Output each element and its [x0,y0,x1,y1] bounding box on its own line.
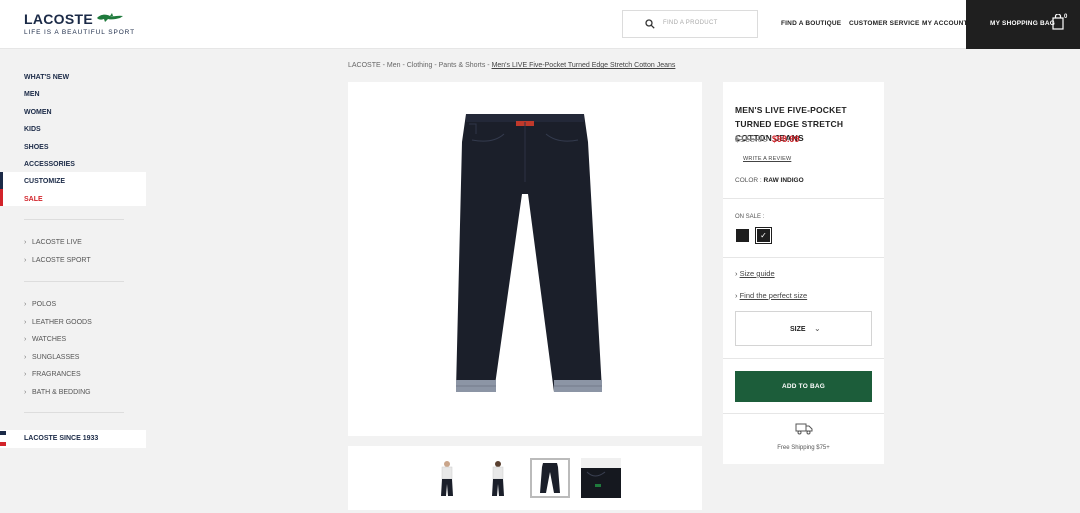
write-review-link[interactable]: WRITE A REVIEW [743,156,791,162]
original-price: $165.00 [735,134,768,144]
search-placeholder: FIND A PRODUCT [663,20,718,26]
search-icon [645,19,655,29]
sidebar-item-label: SUNGLASSES [32,354,80,361]
sidebar-item-polos[interactable]: › POLOS [24,301,56,308]
sidebar-item-lacoste-sport[interactable]: › LACOSTE SPORT [24,257,91,264]
chevron-right-icon: › [24,336,27,343]
shopping-bag-button[interactable]: MY SHOPPING BAG 0 [966,0,1080,49]
color-label: COLOR : [735,177,762,184]
find-perfect-size-link[interactable]: › Find the perfect size [735,291,807,300]
sidebar-item-women[interactable]: WOMEN [24,109,52,116]
panel-divider [723,198,884,199]
shopping-bag-icon [1052,14,1064,30]
sidebar-item-sale[interactable]: SALE [24,196,43,203]
breadcrumb: LACOSTE - Men - Clothing - Pants & Short… [348,62,675,69]
on-sale-label: ON SALE : [735,214,765,220]
breadcrumb-current[interactable]: Men's LIVE Five-Pocket Turned Edge Stret… [492,62,676,69]
sidebar-divider [24,412,124,413]
chevron-right-icon: › [24,319,27,326]
checkmark-icon: ✓ [760,231,767,240]
thumbnail-1[interactable] [427,458,467,498]
thumbnail-4[interactable] [581,458,621,498]
lacoste-since-label: LACOSTE SINCE 1933 [24,435,99,442]
sidebar-item-fragrances[interactable]: › FRAGRANCES [24,371,81,378]
flag-stripe-blue [0,431,6,435]
thumbnail-3-selected[interactable] [530,458,570,498]
product-info-panel: MEN'S LIVE FIVE-POCKET TURNED EDGE STRET… [723,82,884,464]
jeans-image [456,114,602,392]
sidebar-nav: WHAT'S NEW MEN WOMEN KIDS SHOES ACCESSOR… [0,50,146,513]
truck-icon [795,423,813,435]
sidebar-item-label: FRAGRANCES [32,371,81,378]
jeans-flat-thumbnail [540,463,560,493]
size-select-label: SIZE [790,326,806,333]
sidebar-item-label: LEATHER GOODS [32,319,92,326]
panel-divider [723,257,884,258]
lacoste-logo[interactable]: LACOSTE LIFE IS A BEAUTIFUL SPORT [24,10,134,40]
chevron-right-icon: › [24,239,27,246]
shopping-bag-label: MY SHOPPING BAG [990,20,1056,27]
sidebar-divider [24,281,124,282]
chevron-down-icon: ⌄ [814,324,821,333]
sidebar-item-leather-goods[interactable]: › LEATHER GOODS [24,319,92,326]
sidebar-item-kids[interactable]: KIDS [24,126,41,133]
size-select[interactable]: SIZE ⌄ [735,311,872,346]
lacoste-since-1933-link[interactable]: LACOSTE SINCE 1933 [0,430,146,448]
sidebar-highlight [0,172,146,206]
sidebar-item-whats-new[interactable]: WHAT'S NEW [24,74,69,81]
sidebar-item-bath-bedding[interactable]: › BATH & BEDDING [24,389,91,396]
flag-stripe-white [0,437,6,441]
sale-price: $98.99 [772,134,800,144]
sidebar-item-sunglasses[interactable]: › SUNGLASSES [24,354,79,361]
nav-find-boutique[interactable]: FIND A BOUTIQUE [781,20,841,27]
customize-accent-bar [0,172,3,189]
chevron-right-icon: › [24,257,27,264]
thumbnail-strip [348,446,702,510]
logo-wordmark: LACOSTE [24,11,93,27]
color-value: RAW INDIGO [763,177,804,184]
chevron-right-icon: › [24,371,27,378]
nav-customer-service[interactable]: CUSTOMER SERVICE [849,20,920,27]
sidebar-divider [24,219,124,220]
nav-my-account[interactable]: MY ACCOUNT [922,20,968,27]
sidebar-item-watches[interactable]: › WATCHES [24,336,66,343]
chevron-right-icon: › [24,389,27,396]
bag-count: 0 [1064,14,1068,20]
color-swatch-selected[interactable]: ✓ [755,227,772,244]
add-to-bag-button[interactable]: ADD TO BAG [735,371,872,402]
color-info: COLOR : RAW INDIGO [735,177,804,184]
chevron-right-icon: › [24,301,27,308]
sidebar-item-customize[interactable]: CUSTOMIZE [24,178,65,185]
size-guide-link[interactable]: › Size guide [735,269,775,278]
thumbnail-2[interactable] [478,458,518,498]
model-front-thumbnail [441,461,453,496]
sidebar-item-label: POLOS [32,301,57,308]
sidebar-item-label: WATCHES [32,336,67,343]
size-guide-label: Size guide [739,269,775,278]
sale-accent-bar [0,189,3,206]
breadcrumb-trail[interactable]: LACOSTE - Men - Clothing - Pants & Short… [348,62,492,69]
sidebar-item-lacoste-live[interactable]: › LACOSTE LIVE [24,239,82,246]
panel-divider [723,413,884,414]
free-shipping-text: Free Shipping $75+ [777,445,830,451]
product-image[interactable] [348,82,702,436]
crocodile-icon [97,13,123,22]
model-back-thumbnail [492,461,504,496]
chevron-right-icon: › [24,354,27,361]
find-perfect-size-label: Find the perfect size [739,291,808,300]
sidebar-item-accessories[interactable]: ACCESSORIES [24,161,75,168]
panel-divider [723,358,884,359]
color-swatch-raw-indigo[interactable] [736,229,749,242]
logo-tagline: LIFE IS A BEAUTIFUL SPORT [24,29,135,36]
flag-stripe-red [0,442,6,446]
pocket-detail-thumbnail [581,458,621,498]
sidebar-item-label: LACOSTE LIVE [32,239,82,246]
site-header: LACOSTE LIFE IS A BEAUTIFUL SPORT FIND A… [0,0,1080,49]
sidebar-item-men[interactable]: MEN [24,91,40,98]
search-input[interactable]: FIND A PRODUCT [622,10,758,38]
sidebar-item-label: LACOSTE SPORT [32,257,91,264]
sidebar-item-shoes[interactable]: SHOES [24,144,49,151]
sidebar-item-label: BATH & BEDDING [32,389,91,396]
